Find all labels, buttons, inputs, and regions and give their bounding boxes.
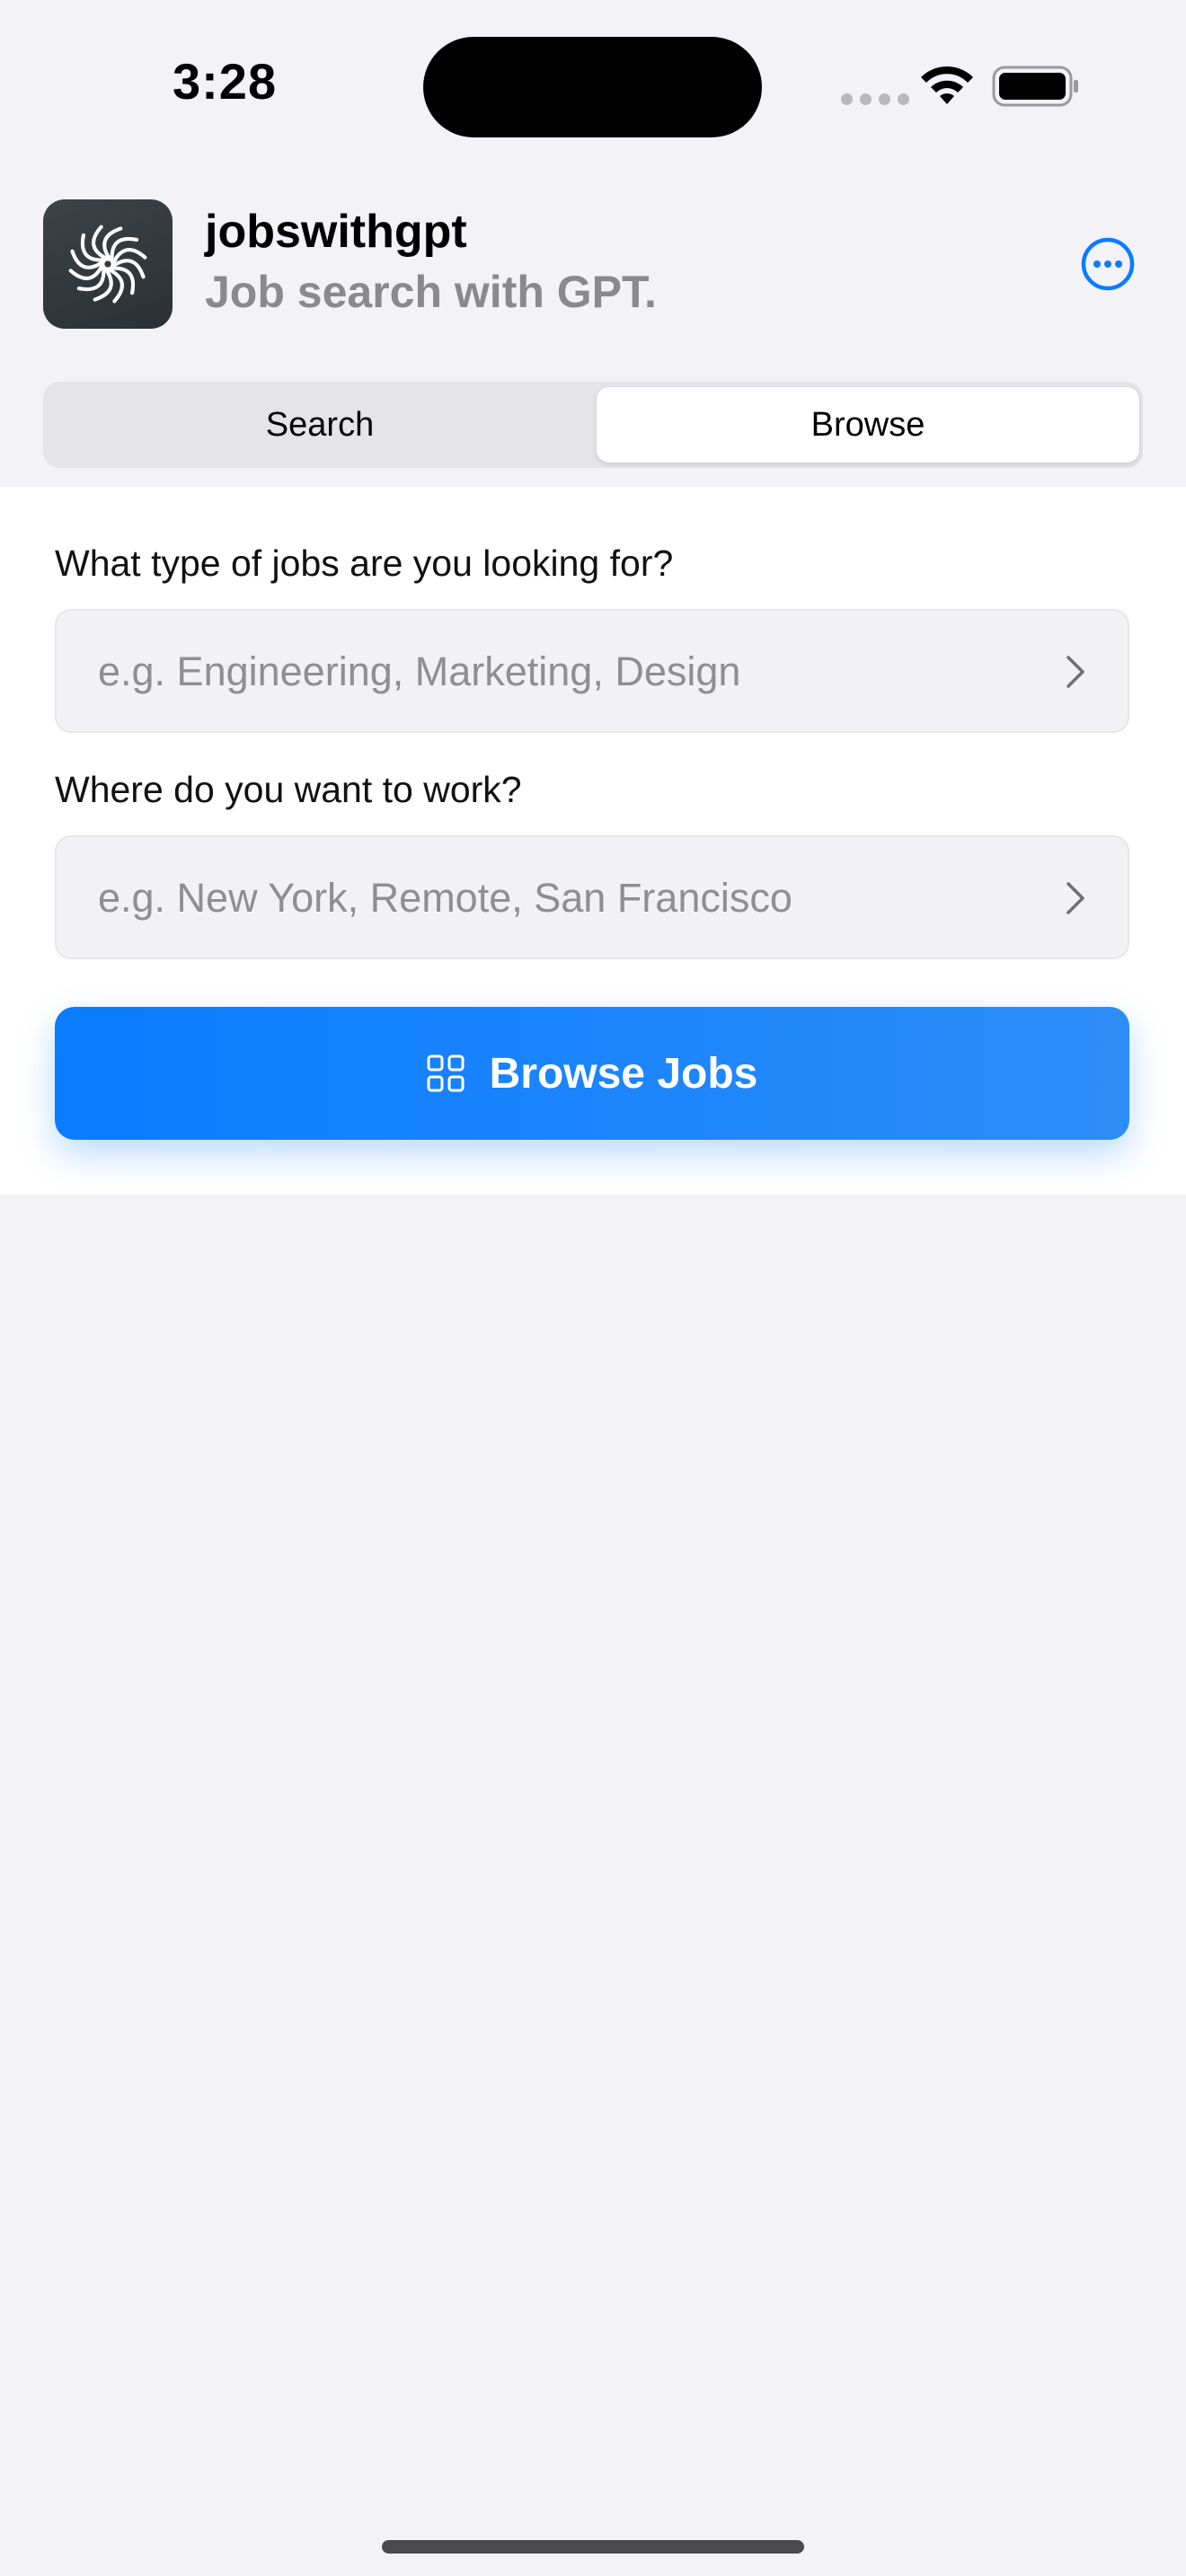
location-placeholder: e.g. New York, Remote, San Francisco [98, 875, 792, 921]
location-label: Where do you want to work? [55, 769, 522, 810]
app-title: jobswithgpt [205, 206, 467, 258]
location-field[interactable]: e.g. New York, Remote, San Francisco [55, 835, 1129, 959]
status-bar: 3:28 [0, 0, 1186, 180]
home-indicator[interactable] [382, 2540, 804, 2554]
job-type-label: What type of jobs are you looking for? [55, 543, 674, 584]
app-subtitle: Job search with GPT. [205, 267, 657, 317]
browse-jobs-button[interactable]: Browse Jobs [55, 1007, 1129, 1140]
job-type-placeholder: e.g. Engineering, Marketing, Design [98, 648, 741, 694]
pinwheel-logo-icon [68, 225, 147, 304]
status-time: 3:28 [173, 53, 278, 110]
browse-jobs-label: Browse Jobs [489, 1049, 758, 1098]
mode-segmented-control: Search Browse [43, 382, 1143, 468]
tab-browse[interactable]: Browse [597, 387, 1139, 463]
wifi-icon [921, 66, 973, 104]
grid-icon [427, 1054, 465, 1092]
ellipsis-circle-icon[interactable] [1080, 236, 1136, 292]
dynamic-island [423, 37, 762, 137]
tab-search[interactable]: Search [49, 387, 591, 463]
chevron-right-icon [1067, 656, 1084, 688]
battery-icon [992, 66, 1078, 107]
chevron-right-icon [1067, 882, 1084, 914]
job-type-field[interactable]: e.g. Engineering, Marketing, Design [55, 609, 1129, 733]
app-logo [43, 199, 173, 329]
cellular-signal-icon [841, 93, 909, 105]
